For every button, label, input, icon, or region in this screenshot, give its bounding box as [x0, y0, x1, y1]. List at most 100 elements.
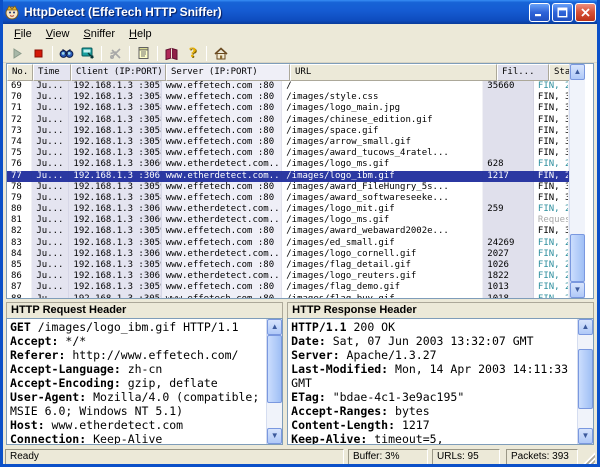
scroll-track[interactable]: [267, 335, 282, 428]
menu-view[interactable]: View: [39, 26, 77, 42]
request-scrollbar[interactable]: ▲ ▼: [266, 319, 282, 444]
homepage-button[interactable]: [210, 45, 231, 62]
help-contents-button[interactable]: [161, 45, 182, 62]
table-row[interactable]: 69Ju...192.168.1.3 :3057www.effetech.com…: [7, 81, 569, 92]
table-cell: Ju...: [32, 249, 69, 260]
col-header-server[interactable]: Server (IP:PORT): [166, 64, 290, 81]
scroll-down-button[interactable]: ▼: [578, 428, 593, 444]
table-cell: 192.168.1.3 :3058: [69, 294, 161, 298]
col-header-url[interactable]: URL: [290, 64, 497, 81]
table-row[interactable]: 70Ju...192.168.1.3 :3058www.effetech.com…: [7, 92, 569, 103]
table-cell: Ju...: [32, 193, 69, 204]
status-packets: Packets: 393: [506, 449, 578, 465]
table-cell: /images/chinese_edition.gif: [282, 115, 483, 126]
table-cell: www.etherdetect.com...: [162, 271, 283, 282]
table-cell: www.effetech.com :80: [162, 81, 283, 92]
header-line: HTTP/1.1 200 OK: [291, 320, 577, 334]
scroll-up-button[interactable]: ▲: [578, 319, 593, 335]
table-cell: FIN, 304: [534, 126, 569, 137]
table-row[interactable]: 74Ju...192.168.1.3 :3059www.effetech.com…: [7, 137, 569, 148]
table-row[interactable]: 84Ju...192.168.1.3 :3061www.etherdetect.…: [7, 249, 569, 260]
menu-file[interactable]: File: [7, 26, 39, 42]
response-scrollbar[interactable]: ▲ ▼: [577, 319, 593, 444]
scroll-down-button[interactable]: ▼: [267, 428, 282, 444]
col-header-status[interactable]: Status: [549, 64, 569, 81]
col-header-client[interactable]: Client (IP:PORT): [71, 64, 166, 81]
menu-sniffer[interactable]: Sniffer: [76, 26, 122, 42]
table-row[interactable]: 73Ju...192.168.1.3 :3058www.effetech.com…: [7, 126, 569, 137]
table-cell: 75: [7, 148, 32, 159]
table-cell: 192.168.1.3 :3058: [69, 193, 161, 204]
scroll-up-button[interactable]: ▲: [267, 319, 282, 335]
table-cell: /images/award_webaward2002e...: [282, 226, 483, 237]
table-cell: FIN, 304: [534, 92, 569, 103]
start-capture-button[interactable]: [7, 45, 28, 62]
title-bar[interactable]: HttpDetect (EffeTech HTTP Sniffer): [0, 0, 600, 24]
table-cell: 72: [7, 115, 32, 126]
header-line: Accept-Language: zh-cn: [10, 362, 266, 376]
view-log-button[interactable]: [133, 45, 154, 62]
table-row[interactable]: 75Ju...192.168.1.3 :3058www.effetech.com…: [7, 148, 569, 159]
table-cell: www.effetech.com :80: [162, 115, 283, 126]
table-row[interactable]: 80Ju...192.168.1.3 :3061www.etherdetect.…: [7, 204, 569, 215]
stop-capture-button[interactable]: [28, 45, 49, 62]
table-row[interactable]: 78Ju...192.168.1.3 :3059www.effetech.com…: [7, 182, 569, 193]
response-header-panel: HTTP Response Header HTTP/1.1 200 OKDate…: [287, 302, 594, 445]
header-line: MSIE 6.0; Windows NT 5.1): [10, 404, 266, 418]
table-row[interactable]: 86Ju...192.168.1.3 :3061www.etherdetect.…: [7, 271, 569, 282]
scroll-track[interactable]: [570, 80, 585, 282]
table-cell: FIN, 200: [534, 249, 569, 260]
find-button[interactable]: [56, 45, 77, 62]
col-header-no[interactable]: No.: [7, 64, 33, 81]
table-vertical-scrollbar[interactable]: ▲ ▼: [569, 64, 585, 298]
table-row[interactable]: 72Ju...192.168.1.3 :3058www.effetech.com…: [7, 115, 569, 126]
request-header-panel: HTTP Request Header GET /images/logo_ibm…: [6, 302, 283, 445]
col-header-time[interactable]: Time: [33, 64, 71, 81]
close-button[interactable]: [575, 3, 596, 22]
table-cell: www.etherdetect.com...: [162, 204, 283, 215]
response-panel-body: HTTP/1.1 200 OKDate: Sat, 07 Jun 2003 13…: [287, 318, 594, 445]
scroll-up-button[interactable]: ▲: [570, 64, 585, 80]
filter-button[interactable]: [77, 45, 98, 62]
scroll-thumb[interactable]: [570, 234, 585, 282]
close-icon: [580, 7, 591, 18]
header-line: GET /images/logo_ibm.gif HTTP/1.1: [10, 320, 266, 334]
maximize-button[interactable]: [552, 3, 573, 22]
resize-grip[interactable]: [582, 452, 595, 465]
table-row[interactable]: 76Ju...192.168.1.3 :3060www.etherdetect.…: [7, 159, 569, 170]
table-cell: 80: [7, 204, 32, 215]
table-cell: /images/ed_small.gif: [282, 238, 483, 249]
table-row[interactable]: 85Ju...192.168.1.3 :3059www.effetech.com…: [7, 260, 569, 271]
table-row[interactable]: 87Ju...192.168.1.3 :3059www.effetech.com…: [7, 282, 569, 293]
col-header-file[interactable]: Fil...: [497, 64, 549, 81]
table-cell: 192.168.1.3 :3061: [69, 271, 161, 282]
scroll-track[interactable]: [578, 335, 593, 428]
header-line: Host: www.etherdetect.com: [10, 418, 266, 432]
table-row[interactable]: 81Ju...192.168.1.3 :3060www.etherdetect.…: [7, 215, 569, 226]
table-cell: www.etherdetect.com...: [162, 249, 283, 260]
table-row[interactable]: 79Ju...192.168.1.3 :3058www.effetech.com…: [7, 193, 569, 204]
table-cell: /images/award_FileHungry_5s...: [282, 182, 483, 193]
table-cell: 192.168.1.3 :3059: [69, 282, 161, 293]
clear-button[interactable]: [105, 45, 126, 62]
table-row[interactable]: 83Ju...192.168.1.3 :3058www.effetech.com…: [7, 238, 569, 249]
request-lines: GET /images/logo_ibm.gif HTTP/1.1Accept:…: [7, 319, 266, 444]
scroll-down-button[interactable]: ▼: [570, 282, 585, 298]
table-row[interactable]: 82Ju...192.168.1.3 :3059www.effetech.com…: [7, 226, 569, 237]
about-button[interactable]: ?: [182, 45, 203, 62]
app-window: HttpDetect (EffeTech HTTP Sniffer) File …: [0, 0, 600, 467]
table-cell: [483, 215, 534, 226]
table-cell: /images/logo_ibm.gif: [282, 171, 483, 182]
menu-help[interactable]: Help: [122, 26, 159, 42]
header-line: Accept-Ranges: bytes: [291, 404, 577, 418]
toolbar-separator: [129, 46, 130, 61]
table-row[interactable]: 77Ju...192.168.1.3 :3061www.etherdetect.…: [7, 171, 569, 182]
scroll-thumb[interactable]: [578, 349, 593, 409]
scroll-thumb[interactable]: [267, 335, 282, 403]
table-row[interactable]: 71Ju...192.168.1.3 :3058www.effetech.com…: [7, 103, 569, 114]
minimize-button[interactable]: [529, 3, 550, 22]
table-row[interactable]: 88Ju...192.168.1.3 :3058www.effetech.com…: [7, 294, 569, 298]
table-cell: 192.168.1.3 :3058: [69, 103, 161, 114]
table-cell: www.effetech.com :80: [162, 182, 283, 193]
header-line: Accept: */*: [10, 334, 266, 348]
